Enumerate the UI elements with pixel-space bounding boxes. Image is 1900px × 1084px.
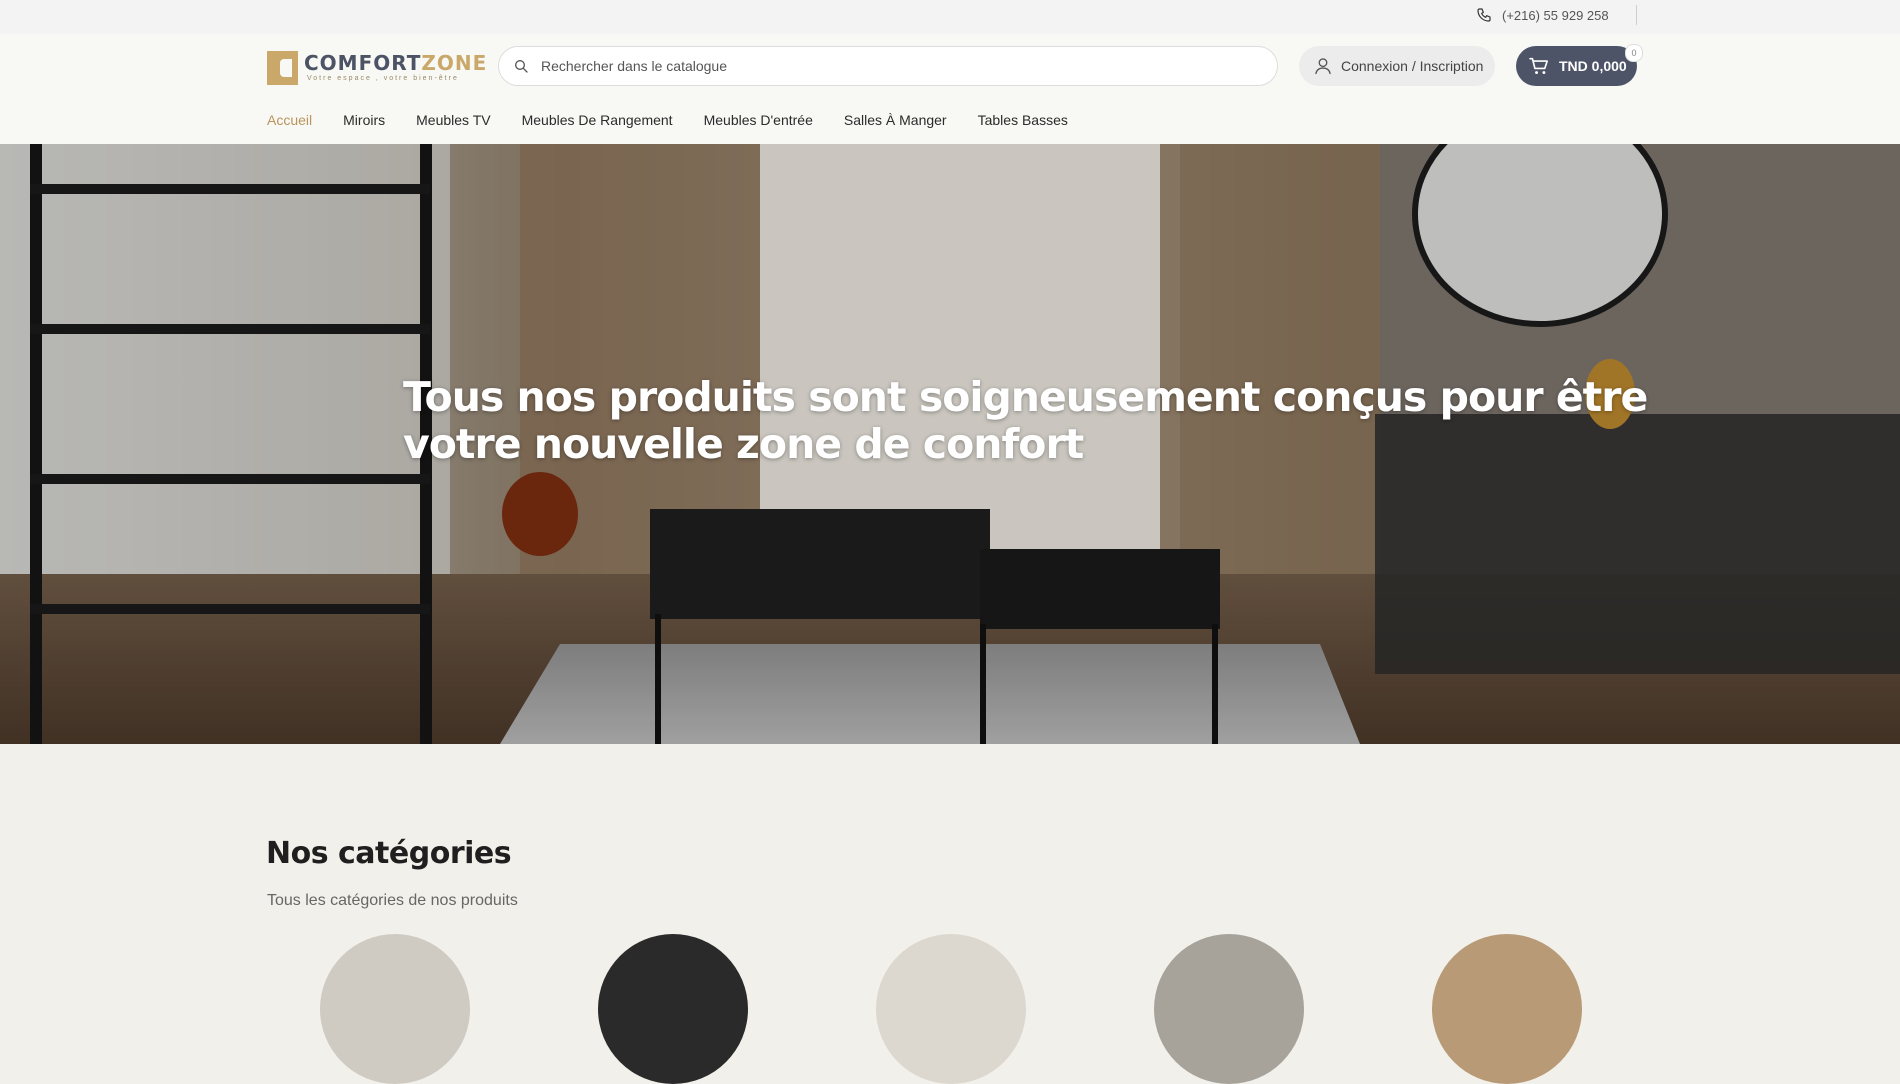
- categories-title: Nos catégories: [266, 836, 512, 871]
- brand-tagline: Votre espace , votre bien-être: [307, 75, 459, 82]
- hero-banner: Tous nos produits sont soigneusement con…: [0, 144, 1900, 744]
- nav-item-miroirs[interactable]: Miroirs: [343, 112, 385, 128]
- logo-mark-icon: [267, 51, 298, 85]
- main-nav: Accueil Miroirs Meubles TV Meubles De Ra…: [267, 112, 1068, 128]
- category-thumbnail[interactable]: [1154, 934, 1304, 1084]
- nav-item-accueil[interactable]: Accueil: [267, 112, 312, 128]
- nav-item-meubles-tv[interactable]: Meubles TV: [416, 112, 490, 128]
- category-thumbnail[interactable]: [876, 934, 1026, 1084]
- category-thumbnail[interactable]: [1432, 934, 1582, 1084]
- search-icon: [515, 60, 528, 73]
- search-input[interactable]: [539, 57, 1243, 75]
- nav-item-meubles-de-rangement[interactable]: Meubles De Rangement: [522, 112, 673, 128]
- cart-count-badge: 0: [1625, 44, 1643, 62]
- nav-item-meubles-dentree[interactable]: Meubles D'entrée: [704, 112, 813, 128]
- login-button[interactable]: Connexion / Inscription: [1299, 46, 1495, 86]
- nav-item-salles-a-manger[interactable]: Salles À Manger: [844, 112, 947, 128]
- category-thumbnail[interactable]: [598, 934, 748, 1084]
- categories-subtitle: Tous les catégories de nos produits: [267, 892, 518, 909]
- nav-item-tables-basses[interactable]: Tables Basses: [978, 112, 1068, 128]
- cart-total: TND 0,000: [1559, 58, 1627, 74]
- brand-logo[interactable]: COMFORTZONE Votre espace , votre bien-êt…: [267, 51, 486, 85]
- category-thumbnail[interactable]: [320, 934, 470, 1084]
- cart-button[interactable]: TND 0,000: [1516, 46, 1637, 86]
- search-bar[interactable]: [498, 46, 1278, 86]
- hero-headline: Tous nos produits sont soigneusement con…: [403, 373, 1648, 468]
- top-bar: (+216) 55 929 258: [0, 0, 1900, 35]
- site-header: COMFORTZONE Votre espace , votre bien-êt…: [0, 34, 1900, 145]
- categories-section: Nos catégories Tous les catégories de no…: [0, 744, 1900, 1084]
- brand-name: COMFORTZONE: [304, 51, 488, 75]
- login-label: Connexion / Inscription: [1341, 58, 1484, 74]
- phone-number: (+216) 55 929 258: [1502, 7, 1609, 23]
- topbar-divider: [1636, 5, 1637, 25]
- cart-icon: [1529, 57, 1548, 75]
- phone-contact[interactable]: (+216) 55 929 258: [1476, 0, 1609, 30]
- user-icon: [1315, 58, 1331, 75]
- phone-icon: [1477, 8, 1491, 22]
